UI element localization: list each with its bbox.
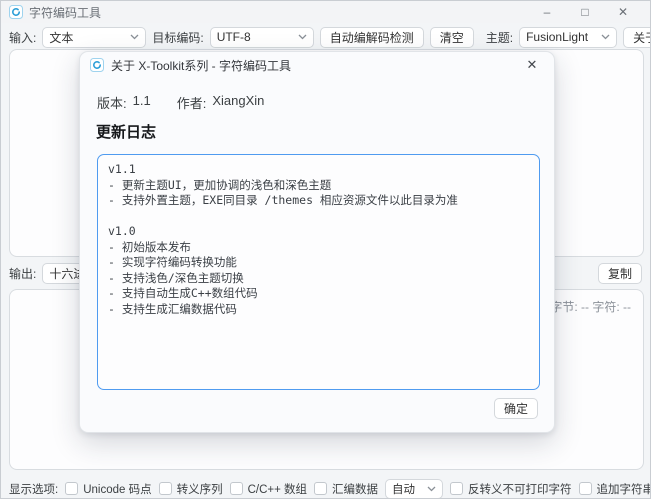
checkbox-label: Unicode 码点: [83, 481, 151, 497]
checkbox-c-array[interactable]: C/C++ 数组: [230, 481, 307, 497]
checkbox-icon[interactable]: [314, 482, 327, 495]
app-logo-icon: [9, 5, 23, 19]
checkbox-icon[interactable]: [159, 482, 172, 495]
app-logo-icon: [90, 58, 104, 72]
checkbox-assembly-data[interactable]: 汇编数据: [314, 481, 378, 497]
version-row: 版本: 1.1 作者: XiangXin: [97, 93, 264, 112]
maximize-icon[interactable]: □: [566, 1, 604, 23]
checkbox-unescape-nonprintable[interactable]: 反转义不可打印字符: [450, 481, 572, 497]
checkbox-icon[interactable]: [450, 482, 463, 495]
encoding-select[interactable]: UTF-8: [210, 27, 314, 48]
toolbar: 输入: 文本 目标编码: UTF-8 自动编解码检测 清空 主题: Fusion…: [1, 25, 650, 49]
clear-button[interactable]: 清空: [430, 27, 474, 48]
encoding-label: 目标编码:: [152, 29, 203, 46]
input-type-value: 文本: [49, 29, 126, 46]
version-label: 版本:: [97, 93, 127, 112]
chevron-down-icon: [427, 486, 436, 492]
checkbox-label: 追加字符串结尾 NUL: [597, 481, 650, 497]
changelog-textbox[interactable]: v1.1 - 更新主题UI，更加协调的浅色和深色主题 - 支持外置主题，EXE同…: [97, 154, 540, 390]
close-icon[interactable]: ✕: [604, 1, 642, 23]
checkbox-append-nul[interactable]: 追加字符串结尾 NUL: [579, 481, 650, 497]
ok-button[interactable]: 确定: [494, 398, 538, 419]
checkbox-unicode-codepoint[interactable]: Unicode 码点: [65, 481, 151, 497]
title-bar: 字符编码工具 – □ ✕: [1, 1, 650, 23]
assembly-mode-select[interactable]: 自动: [385, 479, 443, 499]
theme-label: 主题:: [486, 29, 513, 46]
app-window: 字符编码工具 – □ ✕ 输入: 文本 目标编码: UTF-8 自动编解码检测 …: [0, 0, 651, 499]
version-value: 1.1: [133, 93, 151, 112]
checkbox-label: 汇编数据: [332, 481, 378, 497]
auto-detect-button[interactable]: 自动编解码检测: [320, 27, 424, 48]
checkbox-label: C/C++ 数组: [248, 481, 307, 497]
changelog-heading: 更新日志: [96, 121, 156, 142]
theme-select[interactable]: FusionLight: [519, 27, 617, 48]
display-options-label: 显示选项:: [9, 481, 58, 497]
checkbox-label: 反转义不可打印字符: [468, 481, 572, 497]
encoding-value: UTF-8: [217, 30, 294, 44]
checkbox-icon[interactable]: [230, 482, 243, 495]
input-label: 输入:: [9, 29, 36, 46]
input-type-select[interactable]: 文本: [42, 27, 146, 48]
about-dialog: 关于 X-Toolkit系列 - 字符编码工具 ✕ 版本: 1.1 作者: Xi…: [79, 51, 555, 433]
output-label: 输出:: [9, 265, 36, 282]
dialog-close-icon[interactable]: ✕: [520, 55, 544, 75]
window-title: 字符编码工具: [29, 4, 101, 21]
checkbox-icon[interactable]: [579, 482, 592, 495]
dialog-title-bar: 关于 X-Toolkit系列 - 字符编码工具 ✕: [80, 52, 554, 78]
author-value: XiangXin: [212, 93, 264, 112]
byte-char-stats: 字节: -- 字符: --: [550, 298, 631, 315]
checkbox-icon[interactable]: [65, 482, 78, 495]
copy-button[interactable]: 复制: [598, 263, 642, 284]
display-options-row: 显示选项: Unicode 码点 转义序列 C/C++ 数组 汇编数据 自动 反…: [1, 477, 650, 499]
chevron-down-icon: [601, 34, 610, 40]
dialog-title: 关于 X-Toolkit系列 - 字符编码工具: [111, 57, 291, 74]
changelog-text: v1.1 - 更新主题UI，更加协调的浅色和深色主题 - 支持外置主题，EXE同…: [108, 162, 529, 317]
theme-value: FusionLight: [526, 30, 597, 44]
author-label: 作者:: [177, 93, 207, 112]
chevron-down-icon: [298, 34, 307, 40]
assembly-mode-value: 自动: [392, 481, 423, 497]
checkbox-escape-sequence[interactable]: 转义序列: [159, 481, 223, 497]
window-controls: – □ ✕: [528, 1, 642, 23]
checkbox-label: 转义序列: [177, 481, 223, 497]
minimize-icon[interactable]: –: [528, 1, 566, 23]
chevron-down-icon: [130, 34, 139, 40]
about-button[interactable]: 关于: [623, 27, 651, 48]
